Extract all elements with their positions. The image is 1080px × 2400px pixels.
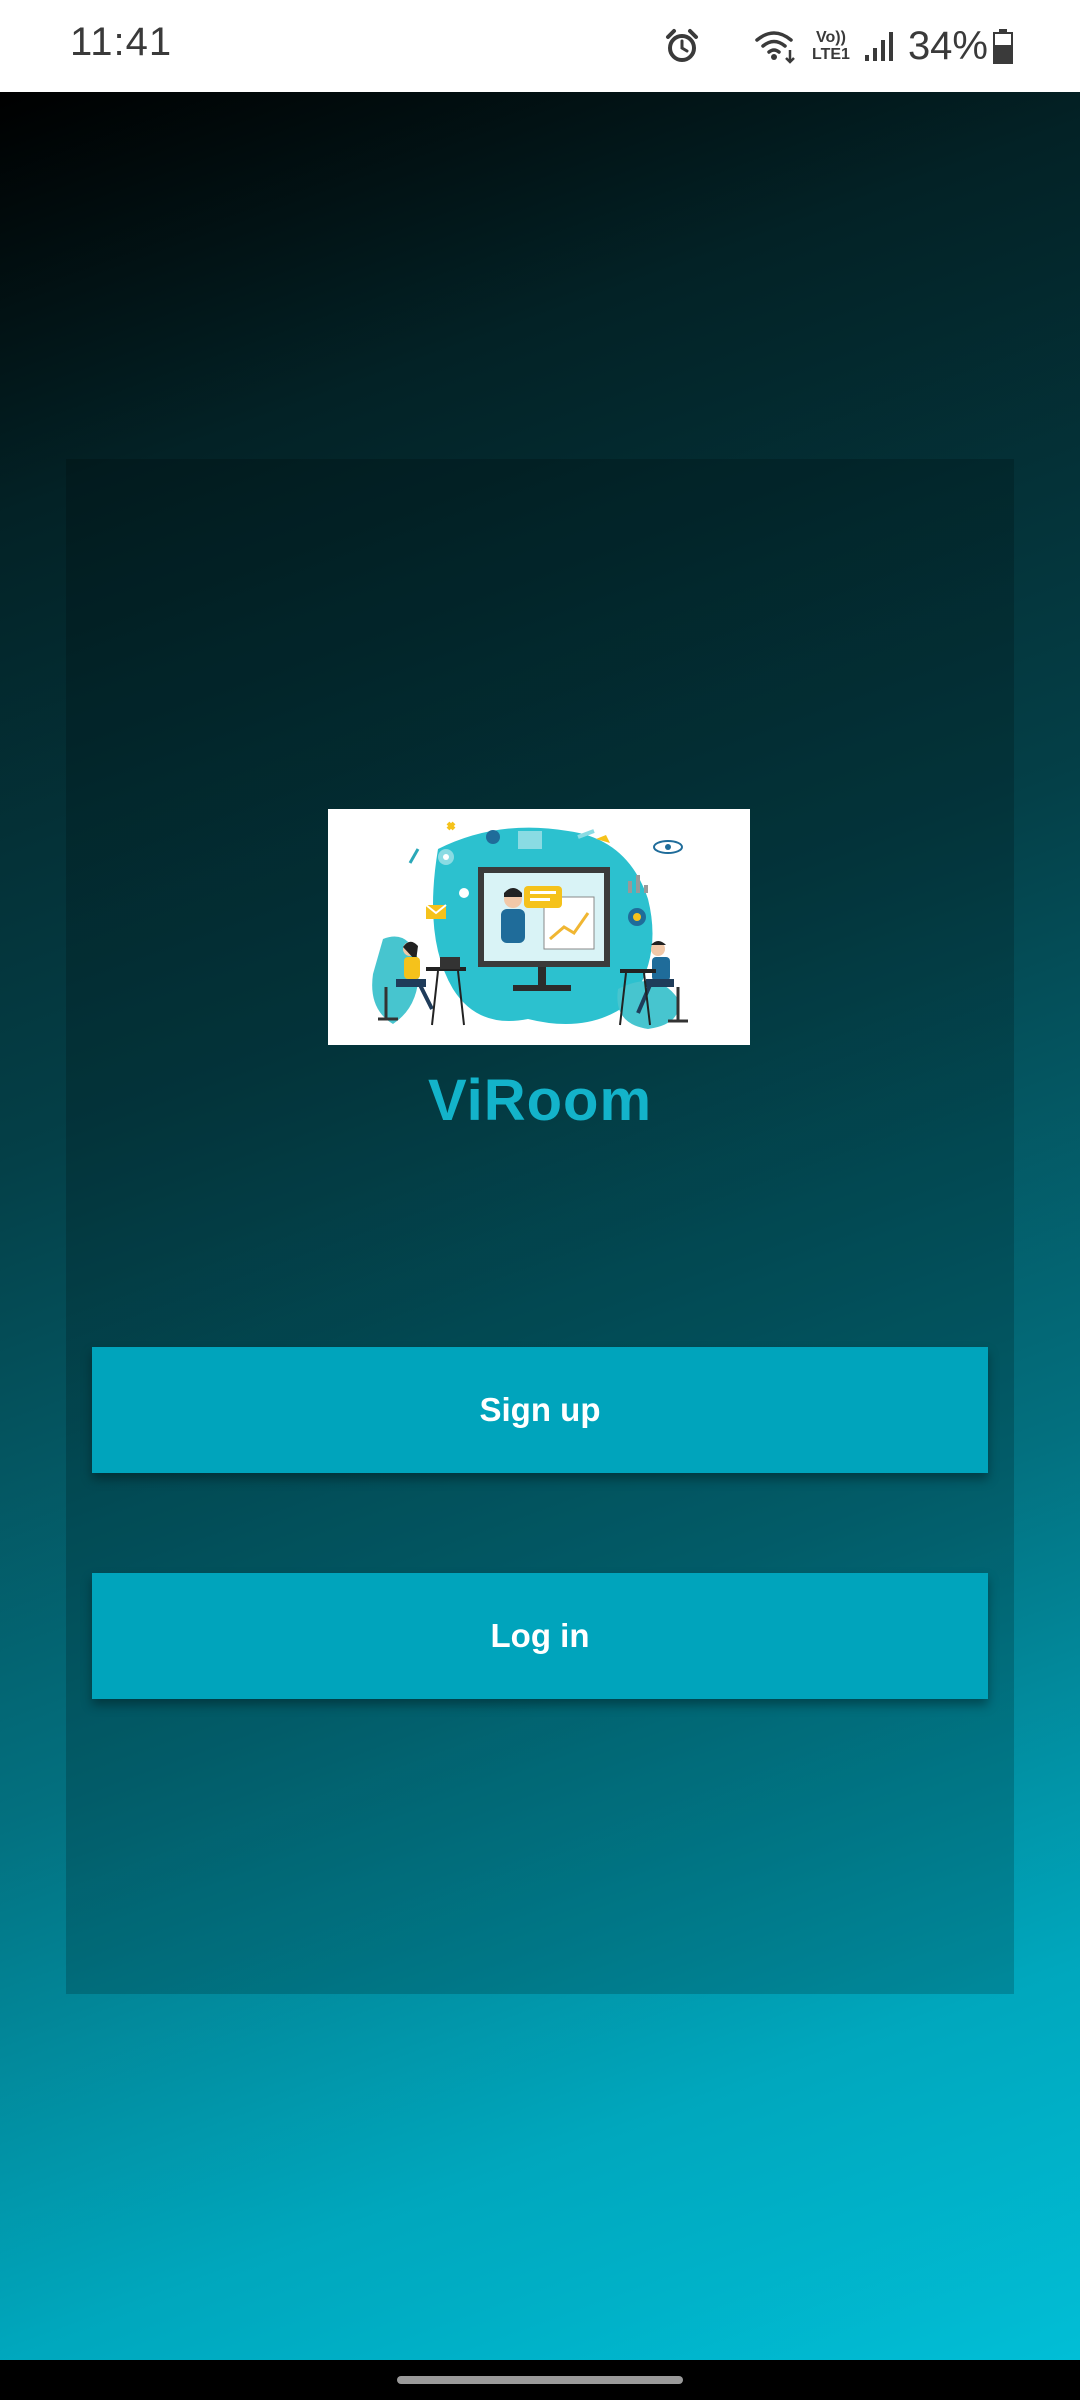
signal-icon xyxy=(864,29,894,63)
status-icons: Vo)) LTE1 34% xyxy=(664,20,1014,72)
status-bar: 11:41 Vo)) LTE1 34% xyxy=(0,0,1080,92)
wifi-icon xyxy=(754,28,798,64)
app-title: ViRoom xyxy=(427,1068,653,1133)
hero-illustration xyxy=(328,809,750,1045)
battery-icon xyxy=(992,28,1014,64)
home-gesture-handle[interactable] xyxy=(397,2376,683,2384)
sign-up-button[interactable]: Sign up xyxy=(92,1347,988,1473)
navigation-bar xyxy=(0,2360,1080,2400)
lte-line1: Vo)) xyxy=(816,29,846,46)
alarm-icon xyxy=(664,28,700,64)
status-time: 11:41 xyxy=(70,20,173,64)
log-in-button[interactable]: Log in xyxy=(92,1573,988,1699)
welcome-card: ViRoom Sign up Log in xyxy=(66,459,1014,1994)
lte-indicator: Vo)) LTE1 xyxy=(812,29,850,63)
welcome-screen: ViRoom Sign up Log in xyxy=(0,92,1080,2360)
battery-percent: 34% xyxy=(907,23,988,68)
lte-line2: LTE1 xyxy=(812,46,850,63)
